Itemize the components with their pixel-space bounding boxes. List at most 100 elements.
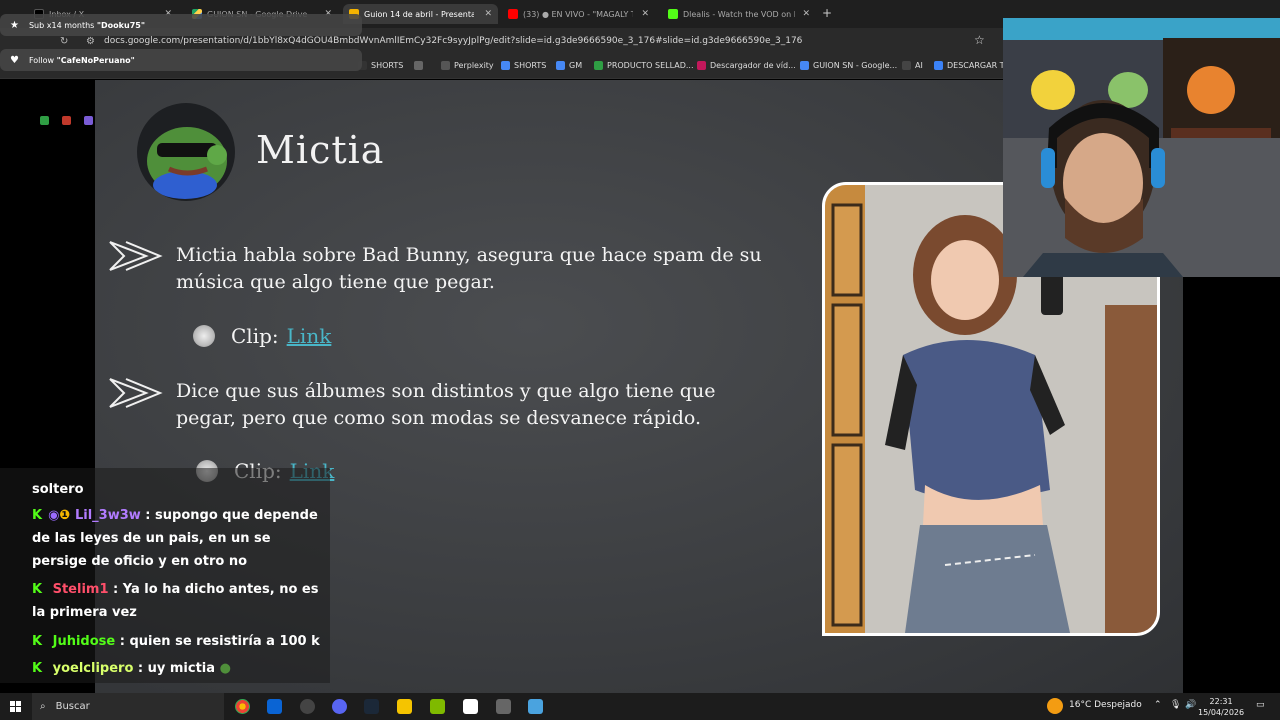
kick-badge-icon: K [32,661,43,676]
notion-icon[interactable] [463,699,478,714]
pepe-avatar [137,103,235,201]
bookmark-gm[interactable]: GM [556,61,582,70]
tab-label: (33) ● EN VIVO - "MAGALY TV [523,9,633,19]
chat-message: K Stelim1 : Ya lo ha dicho antes, no es … [32,578,328,624]
bookmark-label: GUION SN - Google... [813,61,898,70]
clip-link[interactable]: Link [287,324,332,348]
app-icon[interactable] [430,699,445,714]
bookmark-icon[interactable] [62,116,71,125]
tab-youtube[interactable]: (33) ● EN VIVO - "MAGALY TV ✕ [502,4,655,24]
notepad-icon[interactable] [528,699,543,714]
star-icon: ★ [10,19,19,31]
close-icon[interactable]: ✕ [484,9,498,19]
reload-icon[interactable]: ↻ [60,36,68,47]
bookmark-descargador[interactable]: Descargador de víd... [697,61,796,70]
bookmark-label: PRODUCTO SELLAD... [607,61,694,70]
screen: Inbox / X ✕ GUION SN - Google Drive ✕ Gu… [0,0,1280,720]
tab-google-slides[interactable]: Guion 14 de abril - Presentación ✕ [343,4,498,24]
search-icon: ⌕ [40,701,46,712]
alert-text: Follow [28,55,55,65]
site-info-icon[interactable]: ⚙ [86,36,95,47]
bookmark-ai[interactable]: AI [902,61,923,70]
kick-icon [668,9,678,19]
bullet-line: Dice que sus álbumes son distintos y que… [176,380,716,402]
chat-username[interactable]: Lil_3w3w [75,508,141,523]
search-placeholder: Buscar [55,701,90,712]
clock-date: 15/04/2026 [1198,708,1245,717]
sheets-icon[interactable] [40,116,49,125]
weather-text[interactable]: 16°C Despejado [1069,700,1142,710]
emote-icon: ◉ [48,508,60,523]
kick-badge-icon: K [32,508,43,523]
windows-taskbar: ⌕ Buscar 16°C Despejado ⌃ 🎙 🔊 22:31 15/0… [0,693,1280,720]
discord-icon[interactable] [332,699,347,714]
taskbar-search[interactable]: ⌕ Buscar [32,693,224,720]
chat-text: : uy mictia [133,661,216,676]
bookmark-descargar-tv[interactable]: DESCARGAR TV [934,61,1010,70]
chat-text: : quien se resistiría a 100 k [115,634,320,649]
bookmark-star-icon[interactable]: ☆ [974,33,985,47]
folder-icon[interactable] [397,699,412,714]
tab-kick[interactable]: Dlealis - Watch the VOD on Kick ✕ [662,4,816,24]
bookmark-shorts[interactable]: SHORTS [358,61,403,70]
sub-alert: ★ Sub x14 months "Dooku75" [0,14,362,36]
clock-time: 22:31 [1209,697,1233,706]
chat-username[interactable]: yoelclipero [53,661,134,676]
clip-row-1: Clip: Link [193,324,331,348]
tab-label: Guion 14 de abril - Presentación [364,9,474,19]
speaker-icon[interactable]: 🔊 [1185,700,1196,710]
chat-message: K Juhidose : quien se resistiría a 100 k [32,630,328,653]
chat-message: K yoelclipero : uy mictia ● [32,657,328,680]
kick-badge-icon: K [32,634,43,649]
windows-start-icon[interactable] [10,701,21,712]
chat-overlay: soltero K ◉❶ Lil_3w3w : supongo que depen… [0,468,330,683]
bookmark-icon[interactable] [84,116,93,125]
bullet-line: pegar, pero que como son modas se desvan… [176,407,702,429]
app-icon[interactable] [496,699,511,714]
follow-alert: ♥ Follow "CafeNoPeruano" [0,49,362,71]
url-field[interactable]: docs.google.com/presentation/d/1bbYl8xQ4… [104,36,802,46]
pepe-emote-icon: ● [219,661,231,676]
bullet-line: Mictia habla sobre Bad Bunny, asegura qu… [176,244,762,266]
close-icon[interactable]: ✕ [802,9,816,19]
chat-text: soltero [32,482,84,497]
bullet-2: Dice que sus álbumes son distintos y que… [176,378,715,432]
microphone-icon[interactable]: 🎙 [1170,700,1181,710]
youtube-icon [508,9,518,19]
bullet-1: Mictia habla sobre Bad Bunny, asegura qu… [176,242,762,296]
kick-badge-icon: K [32,582,43,597]
bookmark-perplexity[interactable]: Perplexity [441,61,494,70]
badge-icon: ❶ [59,508,71,523]
bookmark-label: Perplexity [454,61,494,70]
clip-label: Clip: [231,324,279,348]
alert-user: "Dooku75" [96,20,145,30]
outlook-icon[interactable] [267,699,282,714]
webcam-feed [1003,18,1280,277]
bookmark-label: AI [915,61,923,70]
close-icon[interactable]: ✕ [641,9,655,19]
notification-icon[interactable]: ▭ [1256,700,1265,710]
bookmark-label: Descargador de víd... [710,61,796,70]
bullet-line: música que algo tiene que pegar. [176,271,495,293]
chrome-icon[interactable] [235,699,250,714]
clip-icon [193,325,215,347]
new-tab-button[interactable]: + [822,6,832,20]
chat-username[interactable]: Juhidose [53,634,116,649]
bookmark-producto[interactable]: PRODUCTO SELLAD... [594,61,694,70]
bookmark-folder[interactable] [414,61,427,70]
weather-icon [1047,698,1063,714]
arrow-icon [109,378,163,408]
bookmark-guion[interactable]: GUION SN - Google... [800,61,897,70]
bookmark-shorts-2[interactable]: SHORTS [501,61,546,70]
arrow-icon [109,241,163,271]
tab-label: Dlealis - Watch the VOD on Kick [683,9,795,19]
alert-user: "CafeNoPeruano" [56,55,135,65]
bookmark-label: SHORTS [371,61,404,70]
chat-username[interactable]: Stelim1 [53,582,109,597]
obs-icon[interactable] [300,699,315,714]
heart-icon: ♥ [10,54,19,66]
chevron-up-icon[interactable]: ⌃ [1154,700,1162,710]
steam-icon[interactable] [364,699,379,714]
clock[interactable]: 22:31 15/04/2026 [1198,696,1244,718]
slide-title: Mictia [256,128,385,172]
